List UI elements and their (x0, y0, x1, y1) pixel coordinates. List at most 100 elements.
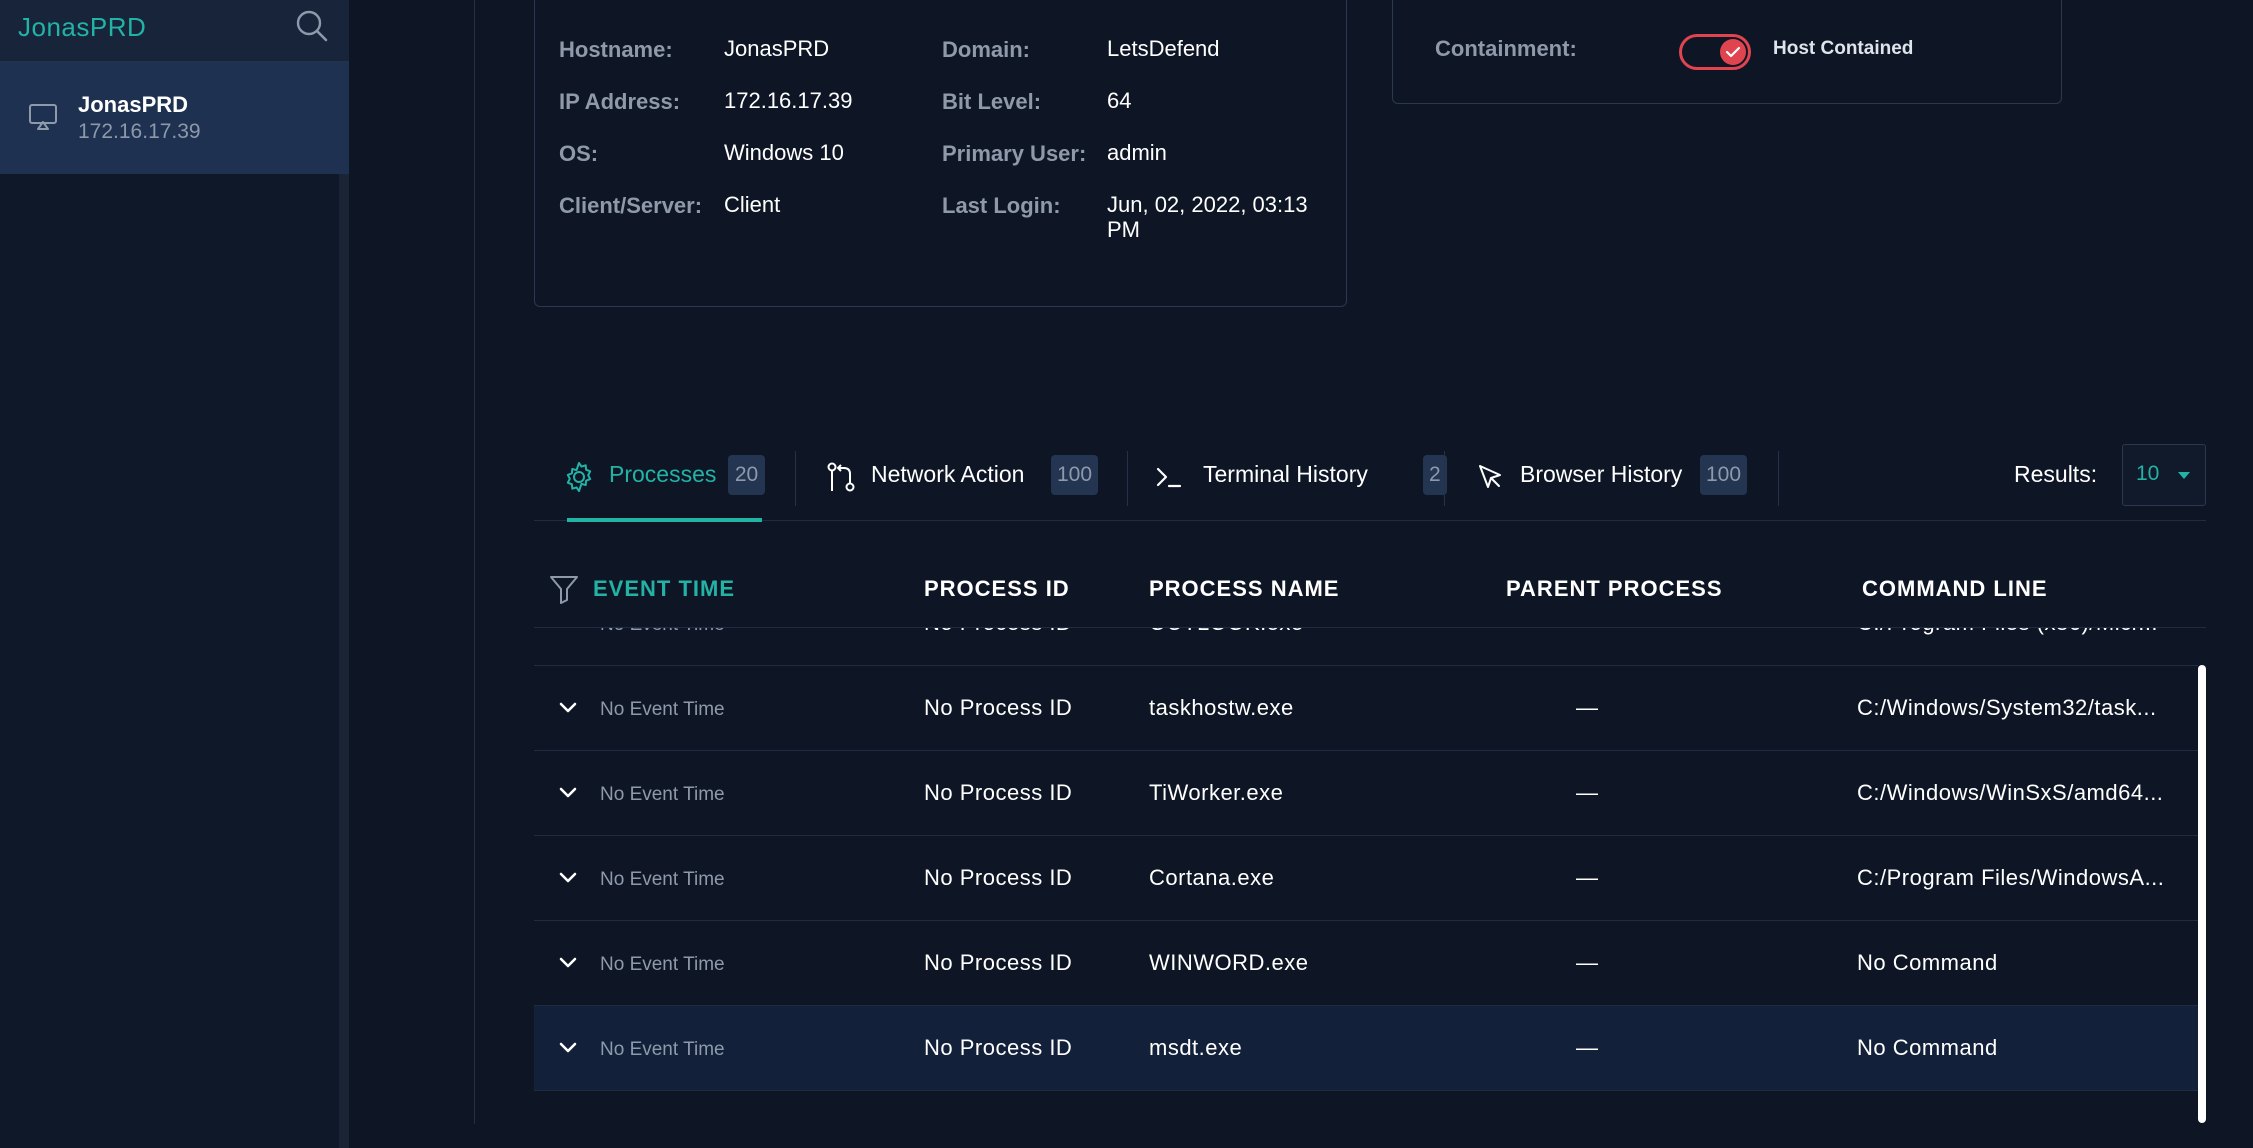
active-tab-indicator (567, 518, 762, 522)
parent-process-cell: — (1576, 695, 1599, 720)
gear-icon (566, 462, 592, 492)
domain-label: Domain: (942, 37, 1030, 62)
table-row[interactable]: No Event Time No Process ID taskhostw.ex… (534, 666, 2198, 751)
process-id-cell: No Process ID (924, 780, 1073, 805)
column-header-process-name[interactable]: PROCESS NAME (1149, 576, 1339, 602)
os-value: Windows 10 (724, 140, 844, 165)
column-header-command-line[interactable]: COMMAND LINE (1862, 576, 2048, 602)
process-id-cell: No Process ID (924, 695, 1073, 720)
command-line-cell: C:/Program Files/WindowsA... (1857, 865, 2165, 890)
tab-terminal-history[interactable]: Terminal History 2 (1144, 440, 1474, 521)
containment-card: Containment: Host Contained (1392, 0, 2062, 104)
column-header-process-id[interactable]: PROCESS ID (924, 576, 1070, 602)
primary-user-label: Primary User: (942, 141, 1087, 166)
process-id-cell: No Process ID (924, 865, 1073, 890)
tab-processes-label: Processes (609, 461, 717, 487)
os-label: OS: (559, 141, 599, 166)
event-time-cell: No Event Time (600, 954, 725, 975)
command-line-cell: No Command (1857, 1035, 1998, 1060)
command-line-cell: C:/Windows/WinSxS/amd64... (1857, 780, 2164, 805)
last-login-label: Last Login: (942, 193, 1061, 218)
command-line-cell: C:/Windows/System32/task... (1857, 695, 2157, 720)
chevron-down-icon[interactable] (558, 628, 578, 633)
client-server-value: Client (724, 192, 781, 217)
column-header-event-time[interactable]: EVENT TIME (593, 576, 735, 602)
ip-value: 172.16.17.39 (724, 88, 853, 113)
parent-process-cell: — (1576, 865, 1599, 890)
table-scrollbar[interactable] (2198, 665, 2206, 1123)
host-search-bar[interactable]: JonasPRD (0, 0, 349, 62)
chevron-down-icon[interactable] (558, 1038, 578, 1058)
event-time-cell: No Event Time (600, 869, 725, 890)
host-name: JonasPRD (78, 92, 189, 117)
processes-table: No Event Time No Process ID OUTLOOK.exe … (534, 628, 2198, 1092)
host-ip: 172.16.17.39 (78, 120, 201, 143)
host-info-card: Hostname: JonasPRD IP Address: 172.16.17… (534, 0, 1347, 307)
containment-label: Containment: (1435, 36, 1577, 61)
process-id-cell: No Process ID (924, 950, 1073, 975)
tab-browser-history[interactable]: Browser History 100 (1464, 440, 1794, 521)
tab-network-action-label: Network Action (871, 461, 1025, 487)
domain-value: LetsDefend (1107, 36, 1220, 61)
tab-divider (1444, 451, 1445, 506)
sidebar-host-item[interactable]: JonasPRD 172.16.17.39 (0, 62, 349, 174)
bit-level-value: 64 (1107, 88, 1132, 113)
tabs-bar: Processes 20 Network Action 100 Terminal… (534, 440, 2206, 522)
process-name-cell: Cortana.exe (1149, 865, 1275, 890)
search-icon[interactable] (294, 8, 330, 44)
chevron-down-icon[interactable] (558, 783, 578, 803)
chevron-down-icon[interactable] (558, 953, 578, 973)
results-label: Results: (2014, 461, 2098, 487)
search-input[interactable]: JonasPRD (18, 12, 146, 43)
process-name-cell: WINWORD.exe (1149, 950, 1309, 975)
process-id-cell: No Process ID (924, 628, 1072, 636)
client-server-label: Client/Server: (559, 193, 703, 218)
hostname-value: JonasPRD (724, 36, 830, 61)
table-row[interactable]: No Event Time No Process ID OUTLOOK.exe … (534, 628, 2198, 666)
process-name-cell: msdt.exe (1149, 1035, 1243, 1060)
process-id-cell: No Process ID (924, 1035, 1073, 1060)
table-row[interactable]: No Event Time No Process ID msdt.exe — N… (534, 1006, 2198, 1091)
tab-network-action[interactable]: Network Action 100 (814, 440, 1104, 521)
tab-divider (795, 451, 796, 506)
primary-user-value: admin (1107, 140, 1167, 165)
containment-toggle[interactable] (1679, 34, 1751, 70)
results-value: 10 (2136, 462, 2160, 485)
parent-process-cell: — (1576, 780, 1599, 805)
tab-processes[interactable]: Processes 20 (534, 440, 790, 522)
column-header-parent-process[interactable]: PARENT PROCESS (1506, 576, 1723, 602)
command-line-cell: C:/Program Files (x86)/Micr... (1857, 628, 2193, 636)
table-row[interactable]: No Event Time No Process ID Cortana.exe … (534, 836, 2198, 921)
filter-icon[interactable] (548, 573, 580, 605)
process-name-cell: taskhostw.exe (1149, 695, 1294, 720)
sidebar: JonasPRD JonasPRD 172.16.17.39 (0, 0, 349, 1148)
tab-divider (1778, 451, 1779, 506)
content-divider (474, 0, 475, 1124)
tab-terminal-history-label: Terminal History (1203, 461, 1368, 487)
tab-divider (1127, 451, 1128, 506)
bit-level-label: Bit Level: (942, 89, 1042, 114)
event-time-cell: No Event Time (600, 784, 725, 805)
table-row[interactable]: No Event Time No Process ID WINWORD.exe … (534, 921, 2198, 1006)
containment-status: Host Contained (1773, 38, 1914, 59)
process-name-cell: OUTLOOK.exe (1149, 628, 1304, 636)
command-line-cell: No Command (1857, 950, 1998, 975)
chevron-down-icon[interactable] (558, 698, 578, 718)
check-icon (1725, 46, 1741, 58)
network-icon (827, 462, 855, 492)
results-select[interactable]: 10 (2122, 444, 2206, 506)
chevron-down-icon[interactable] (558, 868, 578, 888)
tab-processes-count: 20 (728, 455, 765, 495)
toggle-knob (1720, 39, 1746, 65)
tab-browser-history-label: Browser History (1520, 461, 1683, 487)
parent-process-cell: — (1576, 1035, 1599, 1060)
hostname-label: Hostname: (559, 37, 673, 62)
terminal-icon (1156, 467, 1182, 488)
process-name-cell: TiWorker.exe (1149, 780, 1284, 805)
ip-label: IP Address: (559, 89, 681, 114)
table-row[interactable]: No Event Time No Process ID TiWorker.exe… (534, 751, 2198, 836)
screen-cast-icon (29, 104, 57, 130)
caret-down-icon (2178, 472, 2190, 479)
event-time-cell: No Event Time (600, 1039, 725, 1060)
tab-network-action-count: 100 (1051, 455, 1099, 495)
